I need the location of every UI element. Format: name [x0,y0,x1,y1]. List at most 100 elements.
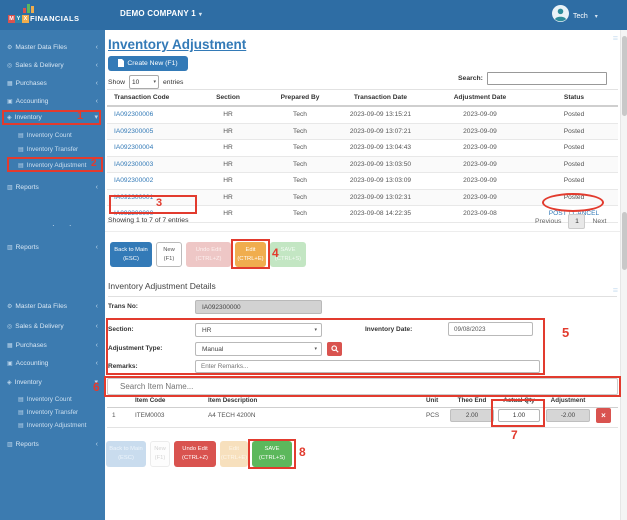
hamburger-icon[interactable]: ≡ [613,32,618,44]
item-unit-cell: PCS [426,412,440,419]
cell-status: Posted [563,144,585,152]
annotation-box-6 [104,376,621,397]
sidebar-item-inventory-adjustment[interactable]: ▤ Inventory Adjustment [0,419,105,432]
user-menu[interactable]: Tech ▾ [552,5,598,27]
bar-chart-logo-icon [23,4,34,13]
back-to-main-button[interactable]: Back to Main (ESC) [110,242,152,267]
cell-adjustment-date: 2023-09-09 [463,127,497,135]
app-screen: M Y X FINANCIALS DEMO COMPANY 1 ▾ Tech ▾ … [0,0,627,520]
cart-icon: ▦ [7,81,13,87]
annotation-number-6: 6 [93,380,100,394]
ledger-icon: ▣ [7,361,13,367]
delete-item-button[interactable]: × [596,408,611,423]
sidebar-item-label: Sales & Delivery [15,323,64,330]
col-header[interactable]: Transaction Date [331,94,430,101]
sidebar-item-label: Inventory Transfer [26,409,79,416]
transaction-code-link[interactable]: IA092300006 [107,111,187,118]
sidebar-item-label: Accounting [15,360,49,367]
caret-down-icon: ▾ [594,13,598,20]
sidebar-item-sales-delivery[interactable]: ◎ Sales & Delivery ‹ [0,320,105,333]
search-input[interactable] [486,72,607,85]
scrollbar[interactable] [620,30,627,520]
list-icon: ▤ [18,397,24,403]
annotation-box-2 [7,157,103,172]
sidebar-item-reports[interactable]: ▥ Reports ‹ [0,181,105,194]
annotation-number-5: 5 [562,325,570,340]
transaction-code-link[interactable]: IA092300005 [107,128,187,135]
cell-prepared-by: Tech [293,127,307,135]
showing-entries-text: Showing 1 to 7 of 7 entries [108,217,189,224]
table-row: IA092300002 HR Tech 2023-09-09 13:03:09 … [107,173,618,190]
cell-adjustment-date: 2023-09-09 [463,144,497,152]
edit-button-disabled: Edit (CTRL+E) [220,441,248,467]
cell-adjustment-date: 2023-09-09 [463,160,497,168]
item-row-number: 1 [112,412,116,419]
pagination-previous[interactable]: Previous [535,218,561,225]
sidebar-item-label: Purchases [15,342,47,349]
annotation-number-8: 8 [299,445,306,459]
sidebar-item-inventory-count[interactable]: ▤ Inventory Count [0,393,105,406]
sidebar-item-inventory[interactable]: ◈ Inventory ▾ [0,376,105,389]
sidebar-item-sales-delivery[interactable]: ◎ Sales & Delivery ‹ [0,59,105,72]
page-size-select[interactable]: 10 ▾ [129,75,160,89]
transaction-code-link[interactable]: IA092300004 [107,144,187,151]
sidebar-item-master-data-files[interactable]: ⚙ Master Data Files ‹ [0,41,105,54]
chevron-left-icon: ‹ [95,323,98,330]
transaction-code-link[interactable]: IA092300002 [107,177,187,184]
sidebar-item-inventory-transfer[interactable]: ▤ Inventory Transfer [0,143,105,156]
chevron-left-icon: ‹ [95,441,98,448]
sidebar-item-accounting[interactable]: ▣ Accounting ‹ [0,357,105,370]
transaction-code-link[interactable]: IA092300003 [107,161,187,168]
sidebar-item-inventory-transfer[interactable]: ▤ Inventory Transfer [0,406,105,419]
page-title[interactable]: Inventory Adjustment [108,37,246,52]
col-header[interactable]: Section [187,94,269,101]
pagination-page-1[interactable]: 1 [568,214,586,229]
annotation-box-8 [248,439,296,469]
sidebar-item-reports[interactable]: ▥ Reports ‹ [0,241,105,254]
create-new-button[interactable]: Create New (F1) [108,56,188,71]
sidebar-item-label: Accounting [15,98,49,105]
sidebar-item-label: Sales & Delivery [15,62,64,69]
cell-prepared-by: Tech [293,160,307,168]
new-button[interactable]: New (F1) [156,242,182,267]
sidebar-item-purchases[interactable]: ▦ Purchases ‹ [0,77,105,90]
sidebar-item-label: Inventory [14,379,42,386]
chevron-left-icon: ‹ [95,184,98,191]
sidebar-item-purchases[interactable]: ▦ Purchases ‹ [0,339,105,352]
cart-icon: ▦ [7,343,13,349]
tag-icon: ◎ [7,324,13,330]
col-header[interactable]: Transaction Code [107,94,187,101]
pagination-next[interactable]: Next [592,218,606,225]
theo-end-field: 2.00 [450,409,494,422]
annotation-box-3 [109,195,197,214]
list-icon: ▤ [18,423,24,429]
annotation-number-1: 1 [77,110,84,122]
sidebar-item-master-data-files[interactable]: ⚙ Master Data Files ‹ [0,300,105,313]
table-row: IA092300006 HR Tech 2023-09-09 13:15:21 … [107,107,618,124]
cell-section: HR [223,127,233,135]
scrollbar-thumb[interactable] [622,212,627,270]
page-size-value: 10 [132,78,140,86]
col-header[interactable]: Status [530,94,618,101]
items-col-header-theo-end: Theo End [457,397,487,404]
top-bar: M Y X FINANCIALS DEMO COMPANY 1 ▾ Tech ▾ [0,0,627,30]
col-header[interactable]: Adjustment Date [430,94,530,101]
col-header[interactable]: Prepared By [269,94,331,101]
undo-edit-button[interactable]: Undo Edit (CTRL+Z) [174,441,216,467]
sidebar-item-inventory-count[interactable]: ▤ Inventory Count [0,129,105,142]
sidebar-item-reports[interactable]: ▥ Reports ‹ [0,438,105,451]
items-row-divider [107,427,618,428]
sidebar-item-accounting[interactable]: ▣ Accounting ‹ [0,95,105,108]
sidebar-item-label: Inventory Count [26,132,72,139]
annotation-box-7 [491,399,545,427]
cell-transaction-date: 2023-09-09 13:15:21 [349,111,412,119]
cell-section: HR [223,210,233,218]
sidebar-item-label: Inventory Transfer [26,146,79,153]
scrollbar-thumb[interactable] [622,36,627,116]
cell-section: HR [223,177,233,185]
search-label: Search: [458,75,483,82]
avatar [552,5,569,27]
cell-transaction-date: 2023-09-09 13:03:50 [349,160,412,168]
items-col-header-adjustment: Adjustment [550,397,586,404]
company-selector[interactable]: DEMO COMPANY 1 ▾ [120,9,202,18]
